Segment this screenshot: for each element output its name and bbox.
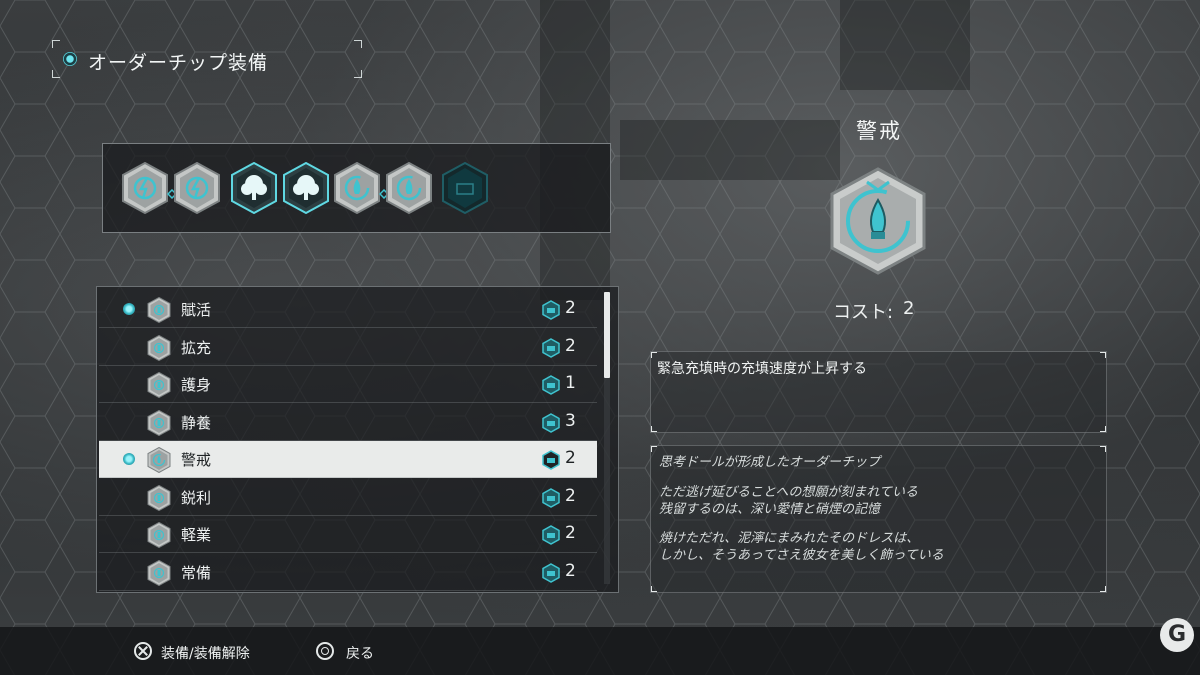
tree-chip-icon[interactable] <box>230 161 278 215</box>
cost-chip-icon <box>541 375 561 395</box>
empty-slot-icon[interactable] <box>441 161 489 215</box>
chip-icon <box>147 484 171 511</box>
circle-button-icon <box>316 642 334 660</box>
chip-cost: 2 <box>565 523 576 543</box>
title-bullet-icon <box>63 52 77 66</box>
scrollbar-thumb[interactable] <box>604 292 610 378</box>
cost-chip-icon <box>541 337 561 358</box>
cost-chip-icon <box>541 525 561 545</box>
screen-title: オーダーチップ装備 <box>88 52 269 74</box>
lightning-chip-icon[interactable] <box>121 161 169 215</box>
equip-toggle-prompt[interactable]: 装備/装備解除 <box>161 643 250 663</box>
equipped-indicator-icon <box>123 303 135 315</box>
lore-line: しかし、そうあってさえ彼女を美しく飾っている <box>659 548 944 563</box>
flame-chip-icon[interactable] <box>333 161 381 215</box>
chip-icon <box>147 371 171 399</box>
equipped-chips-panel <box>102 143 611 233</box>
cost-value: 2 <box>903 298 915 319</box>
chip-name: 警戒 <box>181 451 212 469</box>
cost-chip-icon <box>541 562 561 583</box>
effect-description-box: 緊急充填時の充填速度が上昇する <box>650 351 1107 433</box>
flame-chip-icon[interactable] <box>385 161 433 215</box>
chip-name: 静養 <box>181 413 212 432</box>
chip-list: 賦活 2 拡充 2 護身 1 静養 3 警戒 2 鋭利 2 軽業 2 常備 2 <box>96 286 619 593</box>
chip-name: 賦活 <box>181 301 212 319</box>
chip-name: 護身 <box>181 376 212 394</box>
screen-title-frame: オーダーチップ装備 <box>52 40 362 78</box>
chip-cost: 2 <box>565 448 576 468</box>
back-prompt[interactable]: 戻る <box>346 643 374 663</box>
chip-name: 常備 <box>181 563 212 582</box>
lore-line: 残留するのは、深い愛情と硝煙の記憶 <box>659 502 881 517</box>
chip-icon <box>147 334 171 361</box>
lore-description-box: 思考ドールが形成したオーダーチップ ただ逃げ延びることへの想願が刻まれている 残… <box>650 445 1107 593</box>
cost-chip-icon <box>541 412 561 433</box>
tree-chip-icon[interactable] <box>282 161 330 215</box>
background-structure <box>840 0 970 90</box>
chip-list-row[interactable]: 静養 3 <box>99 404 597 441</box>
chip-list-row[interactable]: 軽業 2 <box>99 516 597 553</box>
chip-cost: 2 <box>565 335 576 356</box>
cross-button-icon <box>134 642 152 660</box>
chip-list-row[interactable]: 鋭利 2 <box>99 479 597 516</box>
chip-name: 拡充 <box>181 338 212 357</box>
cost-chip-icon <box>541 300 561 320</box>
chip-icon <box>147 446 171 474</box>
chip-list-row[interactable]: 警戒 2 <box>99 441 597 478</box>
lore-line: 思考ドールが形成したオーダーチップ <box>659 455 881 470</box>
chip-list-row[interactable]: 拡充 2 <box>99 329 597 366</box>
flame-chip-icon <box>830 167 926 275</box>
chip-list-row[interactable]: 護身 1 <box>99 366 597 403</box>
chip-cost: 2 <box>565 298 576 318</box>
chip-icon <box>147 521 171 549</box>
chip-list-row[interactable]: 常備 2 <box>99 554 597 591</box>
site-logo-icon: G <box>1160 618 1194 652</box>
chip-cost: 1 <box>565 373 576 393</box>
chip-cost: 3 <box>565 410 576 431</box>
cost-chip-icon <box>541 450 561 470</box>
effect-text: 緊急充填時の充填速度が上昇する <box>657 361 867 377</box>
lightning-chip-icon[interactable] <box>173 161 221 215</box>
chip-cost: 2 <box>565 485 576 506</box>
cost-label: コスト: <box>833 302 894 323</box>
chip-icon <box>147 409 171 436</box>
equipped-indicator-icon <box>123 453 135 465</box>
chip-icon <box>147 296 171 324</box>
selected-chip-name: 警戒 <box>856 119 902 143</box>
chip-name: 軽業 <box>181 526 212 544</box>
chip-cost: 2 <box>565 560 576 581</box>
chip-icon <box>147 559 171 586</box>
chip-name: 鋭利 <box>181 488 212 507</box>
chip-list-row[interactable]: 賦活 2 <box>99 291 597 328</box>
cost-chip-icon <box>541 487 561 508</box>
